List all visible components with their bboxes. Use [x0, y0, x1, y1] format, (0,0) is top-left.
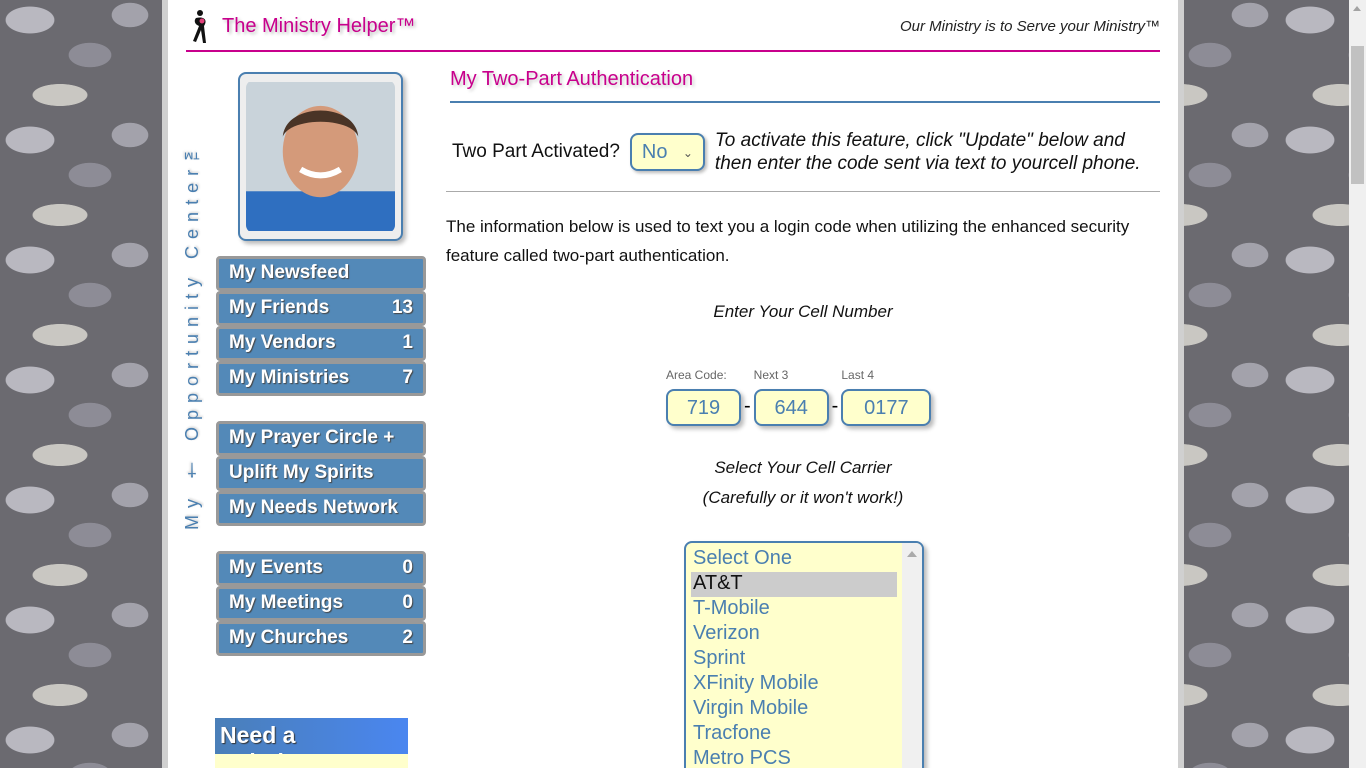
phone-input-group: Area Code: 719 - Next 3 644 - Last 4 0177: [666, 368, 932, 426]
carrier-option[interactable]: Metro PCS: [691, 747, 897, 768]
nav-item-label: My Prayer Circle +: [229, 427, 395, 448]
nav-item-my-ministries[interactable]: My Ministries 7: [216, 361, 426, 396]
nav-item-label: My Meetings: [229, 592, 344, 613]
tagline: Our Ministry is to Serve your Ministry™: [899, 18, 1160, 35]
logo-icon: [193, 10, 206, 43]
opportunity-center-label: My † Opportunity Center™: [182, 135, 202, 530]
carrier-option[interactable]: Select One: [691, 547, 897, 572]
separator: -: [831, 395, 839, 417]
nav-item-my-vendors[interactable]: My Vendors 1: [216, 326, 426, 361]
carrier-option[interactable]: Virgin Mobile: [691, 697, 897, 722]
activated-label: Two Part Activated?: [452, 141, 620, 162]
chevron-down-icon: ⌄: [682, 146, 693, 160]
nav-item-label: My Ministries: [229, 367, 350, 388]
solution-panel: [215, 754, 408, 768]
carrier-option[interactable]: Sprint: [691, 647, 897, 672]
carrier-listbox[interactable]: Select One AT&T T-Mobile Verizon Sprint XFini…: [684, 541, 924, 768]
activation-row: Two Part Activated? No ⌄ To activate this…: [446, 103, 1160, 192]
nav-item-my-needs-network[interactable]: My Needs Network: [216, 491, 426, 526]
area-code-input[interactable]: 719: [666, 389, 741, 426]
main-content: My Two-Part Authentication Two Part Acti…: [446, 60, 1160, 768]
brand-name[interactable]: The Ministry Helper™: [222, 15, 415, 38]
nav-item-count: 2: [402, 627, 413, 648]
page-container: The Ministry Helper™ Our Ministry is to …: [162, 0, 1184, 768]
nav-item-count: 1: [402, 332, 413, 353]
activated-value: No: [641, 141, 668, 163]
nav-item-my-newsfeed[interactable]: My Newsfeed: [216, 256, 426, 291]
carrier-warning: (Carefully or it won't work!): [702, 488, 904, 507]
carrier-heading: Select Your Cell Carrier: [714, 458, 892, 477]
last-4-label: Last 4: [841, 368, 875, 382]
nav-group-social: My Newsfeed My Friends 13 My Vendors 1 My Min…: [216, 256, 426, 396]
last-4-input[interactable]: 0177: [841, 389, 932, 426]
carrier-option[interactable]: Verizon: [691, 622, 897, 647]
carrier-option[interactable]: XFinity Mobile: [691, 672, 897, 697]
next-3-label: Next 3: [753, 368, 789, 382]
next-3-input[interactable]: 644: [753, 389, 829, 426]
need-a-solution-heading[interactable]: Need a Solution?: [215, 718, 408, 768]
area-code-label: Area Code:: [666, 368, 727, 382]
nav-item-count: 13: [391, 297, 413, 318]
nav-group-spiritual: My Prayer Circle + Uplift My Spirits My Ne…: [216, 421, 426, 526]
nav-item-label: My Events: [229, 557, 323, 578]
info-text: The information below is used to text yo…: [446, 217, 1130, 265]
carrier-option[interactable]: Tracfone: [691, 722, 897, 747]
nav-item-label: My Friends: [229, 297, 330, 318]
nav-item-my-prayer-circle[interactable]: My Prayer Circle +: [216, 421, 426, 456]
nav-item-label: My Needs Network: [229, 497, 398, 518]
nav-item-count: 7: [402, 367, 413, 388]
listbox-scrollbar[interactable]: [902, 543, 922, 768]
nav-group-calendar: My Events 0 My Meetings 0 My Churches 2: [216, 551, 426, 656]
nav-item-my-churches[interactable]: My Churches 2: [216, 621, 426, 656]
carrier-option[interactable]: T-Mobile: [691, 597, 897, 622]
separator: -: [744, 395, 751, 417]
nav-item-my-meetings[interactable]: My Meetings 0: [216, 586, 426, 621]
nav-item-label: My Newsfeed: [229, 262, 350, 283]
nav-item-my-events[interactable]: My Events 0: [216, 551, 426, 586]
nav-item-count: 0: [402, 557, 413, 578]
activated-select[interactable]: No ⌄: [629, 133, 705, 171]
nav-item-label: My Vendors: [229, 332, 336, 353]
scroll-up-icon[interactable]: [1353, 6, 1361, 11]
nav-item-count: 0: [402, 592, 413, 613]
avatar: [246, 82, 395, 231]
cell-heading: Enter Your Cell Number: [713, 302, 893, 321]
page-title: My Two-Part Authentication: [450, 60, 1160, 103]
profile-photo[interactable]: [238, 72, 403, 241]
page-scrollbar[interactable]: [1349, 0, 1366, 768]
carrier-option[interactable]: AT&T: [691, 572, 897, 597]
nav-item-my-friends[interactable]: My Friends 13: [216, 291, 426, 326]
scrollbar-thumb[interactable]: [1351, 46, 1364, 184]
activate-note: To activate this feature, click "Update"…: [714, 130, 1141, 174]
header: The Ministry Helper™ Our Ministry is to …: [186, 0, 1160, 52]
nav-item-label: My Churches: [229, 627, 349, 648]
nav-item-label: Uplift My Spirits: [229, 462, 374, 483]
nav-item-uplift-my-spirits[interactable]: Uplift My Spirits: [216, 456, 426, 491]
